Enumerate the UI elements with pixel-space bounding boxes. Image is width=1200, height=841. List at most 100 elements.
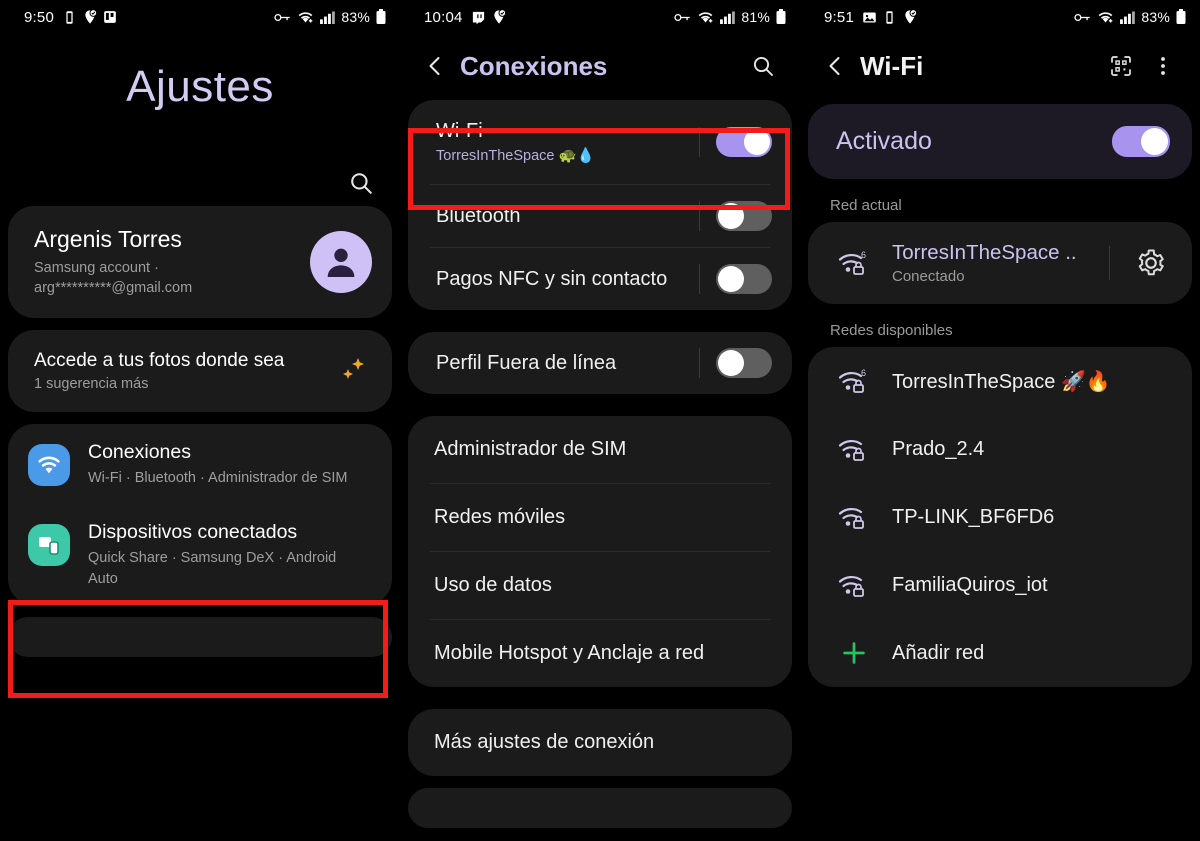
list-item-network[interactable]: TP-LINK_BF6FD6 bbox=[808, 483, 1192, 551]
toggle-knob bbox=[718, 266, 744, 292]
status-left-icons bbox=[862, 9, 918, 25]
search-icon[interactable] bbox=[744, 47, 782, 85]
image-icon bbox=[862, 10, 877, 25]
bluetooth-text: Bluetooth bbox=[436, 205, 699, 228]
wifi-icon bbox=[697, 10, 714, 24]
wifi-lock-icon bbox=[834, 434, 874, 464]
location-check-icon bbox=[902, 9, 918, 25]
back-chevron-icon[interactable] bbox=[418, 49, 452, 83]
appbar-title: Wi-Fi bbox=[860, 50, 924, 81]
wifi-lock-icon bbox=[834, 502, 874, 532]
offline-toggle[interactable] bbox=[716, 348, 772, 378]
connections-toggles-card: Wi-Fi TorresInTheSpace 🐢💧 Bluetooth Pago… bbox=[408, 100, 792, 310]
status-left-icons bbox=[471, 9, 507, 25]
row-bluetooth[interactable]: Bluetooth bbox=[408, 185, 792, 247]
current-network-card: 6 TorresInTheSpace .. Conectado bbox=[808, 222, 1192, 304]
location-check-icon bbox=[491, 9, 507, 25]
status-time: 9:51 bbox=[824, 8, 854, 26]
toggle-knob bbox=[744, 129, 770, 155]
account-subtitle-1: Samsung account · bbox=[34, 260, 159, 276]
search-icon[interactable] bbox=[348, 170, 374, 196]
conexiones-text: Conexiones Wi-Fi · Bluetooth · Administr… bbox=[88, 440, 347, 488]
account-name: Argenis Torres bbox=[34, 226, 182, 252]
list-item-network[interactable]: Prado_2.4 bbox=[808, 415, 1192, 483]
activado-label: Activado bbox=[836, 127, 932, 155]
battery-icon bbox=[776, 9, 786, 25]
avatar[interactable] bbox=[310, 231, 372, 294]
row-nfc[interactable]: Pagos NFC y sin contacto bbox=[408, 248, 792, 310]
bluetooth-label: Bluetooth bbox=[436, 204, 521, 227]
suggestion-text: Accede a tus fotos donde sea 1 sugerenci… bbox=[34, 350, 336, 392]
add-network-text: Añadir red bbox=[892, 642, 1192, 665]
row-divider bbox=[1109, 246, 1110, 280]
qr-scan-icon[interactable] bbox=[1102, 47, 1140, 85]
sidebar-item-conexiones[interactable]: Conexiones Wi-Fi · Bluetooth · Administr… bbox=[8, 424, 392, 504]
bluetooth-toggle[interactable] bbox=[716, 201, 772, 231]
list-item-add-network[interactable]: Añadir red bbox=[808, 619, 1192, 687]
toggle-knob bbox=[718, 350, 744, 376]
suggestion-title: Accede a tus fotos donde sea bbox=[34, 350, 285, 372]
network-name: TP-LINK_BF6FD6 bbox=[892, 505, 1055, 528]
overflow-menu-icon[interactable] bbox=[1144, 47, 1182, 85]
list-item-uso-de-datos[interactable]: Uso de datos bbox=[408, 552, 792, 619]
account-row[interactable]: Argenis Torres Samsung account · arg****… bbox=[8, 206, 392, 318]
list-item-mas-ajustes[interactable]: Más ajustes de conexión bbox=[408, 709, 792, 776]
available-networks-card: 6 TorresInTheSpace 🚀🔥 Prado_2.4 TP-LINK_… bbox=[808, 347, 1192, 687]
next-card-stub bbox=[8, 617, 392, 658]
conexiones-title: Conexiones bbox=[88, 441, 191, 464]
status-right-icons: 81% bbox=[674, 9, 786, 25]
wifi-icon bbox=[28, 444, 70, 487]
back-chevron-icon[interactable] bbox=[818, 49, 852, 83]
appbar-wifi: Wi-Fi bbox=[800, 34, 1200, 98]
vpn-key-icon bbox=[274, 11, 291, 24]
list-item-mobile-hotspot[interactable]: Mobile Hotspot y Anclaje a red bbox=[408, 620, 792, 687]
network-text: Prado_2.4 bbox=[892, 438, 1192, 461]
row-divider bbox=[699, 201, 700, 231]
status-right-icons: 83% bbox=[274, 9, 386, 25]
current-network-status: Conectado bbox=[892, 268, 965, 285]
wifi-master-toggle[interactable] bbox=[1112, 126, 1170, 157]
toggle-knob bbox=[718, 203, 744, 229]
signal-bars-icon bbox=[320, 10, 336, 24]
list-item-network[interactable]: 6 TorresInTheSpace 🚀🔥 bbox=[808, 347, 1192, 415]
row-wifi[interactable]: Wi-Fi TorresInTheSpace 🐢💧 bbox=[408, 100, 792, 184]
row-divider bbox=[699, 264, 700, 294]
battery-percent: 81% bbox=[741, 9, 770, 25]
row-activado[interactable]: Activado bbox=[808, 104, 1192, 179]
list-item-redes-moviles[interactable]: Redes móviles bbox=[408, 484, 792, 551]
section-label-redes-disponibles: Redes disponibles bbox=[830, 322, 953, 339]
network-text: TorresInTheSpace 🚀🔥 bbox=[892, 369, 1192, 394]
next-card-stub bbox=[408, 788, 792, 828]
row-perfil-fuera-de-linea[interactable]: Perfil Fuera de línea bbox=[408, 332, 792, 394]
status-bar-2: 10:04 81% bbox=[400, 0, 800, 34]
current-network-name: TorresInTheSpace .. bbox=[892, 241, 1077, 264]
dispositivos-subtitle: Quick Share · Samsung DeX · Android Auto bbox=[88, 550, 337, 587]
status-time: 9:50 bbox=[24, 8, 54, 26]
page-title: Ajustes bbox=[126, 62, 274, 111]
list-item-network[interactable]: FamiliaQuiros_iot bbox=[808, 551, 1192, 619]
account-card[interactable]: Argenis Torres Samsung account · arg****… bbox=[8, 206, 392, 319]
gear-area bbox=[1109, 240, 1192, 286]
gear-icon[interactable] bbox=[1128, 240, 1174, 286]
list-item-administrador-sim[interactable]: Administrador de SIM bbox=[408, 416, 792, 483]
three-panel-screenshot: 9:50 83% Ajustes Argenis Torres Samsung … bbox=[0, 0, 1200, 841]
current-network-row[interactable]: 6 TorresInTheSpace .. Conectado bbox=[808, 222, 1192, 304]
network-text: FamiliaQuiros_iot bbox=[892, 574, 1192, 597]
network-name: FamiliaQuiros_iot bbox=[892, 573, 1048, 596]
nfc-toggle[interactable] bbox=[716, 264, 772, 294]
suggestion-row[interactable]: Accede a tus fotos donde sea 1 sugerenci… bbox=[8, 330, 392, 412]
person-avatar-icon bbox=[327, 248, 355, 278]
appbar-conexiones: Conexiones bbox=[400, 34, 800, 98]
sidebar-item-dispositivos-conectados[interactable]: Dispositivos conectados Quick Share · Sa… bbox=[8, 504, 392, 605]
more-settings-card: Más ajustes de conexión bbox=[408, 709, 792, 776]
panel-settings-home: 9:50 83% Ajustes Argenis Torres Samsung … bbox=[0, 0, 400, 841]
panel-conexiones: 10:04 81% Conexiones Wi-Fi TorresInTheSp… bbox=[400, 0, 800, 841]
add-network-label: Añadir red bbox=[892, 641, 985, 664]
connected-devices-icon bbox=[28, 524, 70, 567]
settings-items-card: Conexiones Wi-Fi · Bluetooth · Administr… bbox=[8, 424, 392, 606]
suggestion-card[interactable]: Accede a tus fotos donde sea 1 sugerenci… bbox=[8, 330, 392, 413]
offline-profile-card: Perfil Fuera de línea bbox=[408, 332, 792, 394]
wifi-toggle[interactable] bbox=[716, 127, 772, 157]
network-name: Prado_2.4 bbox=[892, 437, 985, 460]
account-subtitle-2: arg**********@gmail.com bbox=[34, 279, 193, 296]
